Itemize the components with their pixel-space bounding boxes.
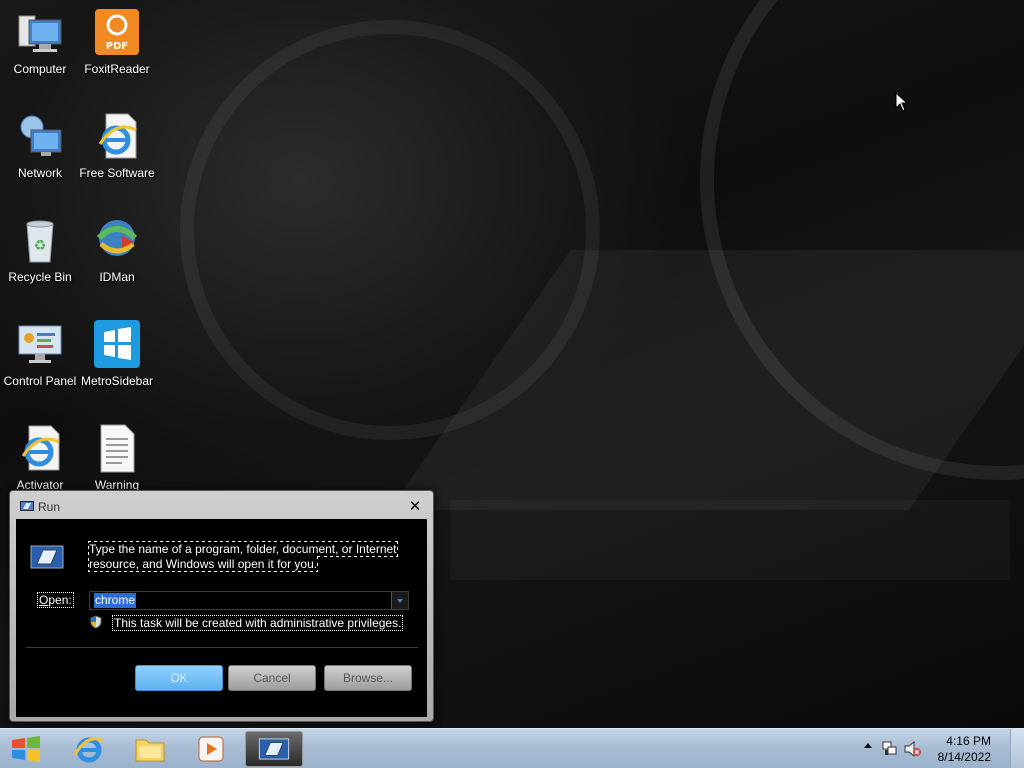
ie-icon (21, 425, 60, 471)
svg-text:♻: ♻ (34, 238, 47, 254)
browse-button[interactable]: Browse... (324, 665, 412, 691)
desktop-icon-free-software[interactable]: Free Software (77, 104, 157, 200)
run-dialog: Run ✕ Type the name of a program, folder… (9, 490, 434, 722)
network-status-icon[interactable] (882, 741, 898, 757)
recycle-bin-icon: ♻ (26, 220, 54, 263)
desktop-icon-computer[interactable]: Computer (0, 0, 80, 96)
dropdown-button[interactable] (391, 592, 408, 609)
taskbar-media-player[interactable] (182, 731, 240, 767)
control-panel-icon (18, 325, 62, 363)
desktop-icon-control-panel[interactable]: Control Panel (0, 312, 80, 408)
close-button[interactable]: ✕ (407, 498, 423, 514)
run-icon (258, 738, 290, 760)
metro-icon (94, 320, 140, 368)
run-description: Type the name of a program, folder, docu… (88, 541, 398, 572)
close-icon: ✕ (408, 497, 422, 515)
run-title: Run (38, 500, 61, 514)
desktop-icon-label: Control Panel (3, 374, 77, 388)
admin-privileges-note: This task will be created with administr… (111, 615, 404, 631)
desktop-icon-foxitreader[interactable]: PDF FoxitReader (77, 0, 157, 96)
cancel-button[interactable]: Cancel (228, 665, 316, 691)
desktop-icon-label: MetroSidebar (80, 374, 154, 388)
open-label: Open: (37, 592, 74, 608)
open-input[interactable]: chrome (94, 593, 137, 608)
run-titlebar[interactable]: Run ✕ (10, 491, 433, 519)
network-icon (20, 115, 62, 156)
windows-logo-icon (12, 736, 40, 762)
text-file-icon (100, 424, 135, 473)
desktop-icon-label: Network (17, 166, 62, 180)
uac-shield-icon (90, 615, 102, 629)
desktop-icon-recycle-bin[interactable]: ♻ Recycle Bin (0, 208, 80, 304)
ok-button[interactable]: OK (135, 665, 223, 691)
desktop-icon-label: Computer (13, 62, 67, 76)
run-client-area: Type the name of a program, folder, docu… (16, 519, 427, 717)
start-button[interactable] (4, 731, 48, 767)
open-combobox[interactable]: chrome (89, 591, 409, 610)
computer-icon (18, 15, 62, 52)
desktop-icon-label: FoxitReader (84, 62, 150, 76)
media-player-icon (198, 736, 224, 762)
desktop-icon-metrosidebar[interactable]: MetroSidebar (77, 312, 157, 408)
taskbar-ie[interactable] (60, 731, 118, 767)
desktop-icon-network[interactable]: Network (0, 104, 80, 200)
clock-time[interactable]: 4:16 PM (946, 734, 991, 748)
mouse-cursor-icon (895, 92, 909, 112)
run-icon (20, 501, 34, 511)
taskbar-explorer[interactable] (121, 731, 179, 767)
desktop-icon-idman[interactable]: IDMan (77, 208, 157, 304)
show-hidden-icons-icon[interactable] (864, 743, 872, 748)
divider (26, 647, 418, 648)
system-tray: 4:16 PM 8/14/2022 (854, 729, 1024, 768)
clock-date[interactable]: 8/14/2022 (938, 750, 991, 764)
explorer-folder-icon (135, 739, 165, 762)
taskbar: 4:16 PM 8/14/2022 (0, 728, 1024, 768)
wallpaper-shape (450, 500, 1010, 580)
idm-icon (96, 220, 138, 256)
pdf-icon: PDF (95, 9, 139, 55)
taskbar-run[interactable] (245, 731, 303, 767)
desktop-icon-label: Recycle Bin (8, 270, 72, 284)
ie-icon (73, 737, 104, 763)
ie-icon (98, 113, 137, 159)
desktop-icon-label: IDMan (99, 270, 135, 284)
volume-muted-icon[interactable] (904, 741, 922, 757)
svg-text:PDF: PDF (106, 41, 128, 52)
show-desktop-button[interactable] (1010, 729, 1024, 768)
desktop-icon-label: Free Software (79, 166, 155, 180)
run-icon (30, 545, 64, 569)
